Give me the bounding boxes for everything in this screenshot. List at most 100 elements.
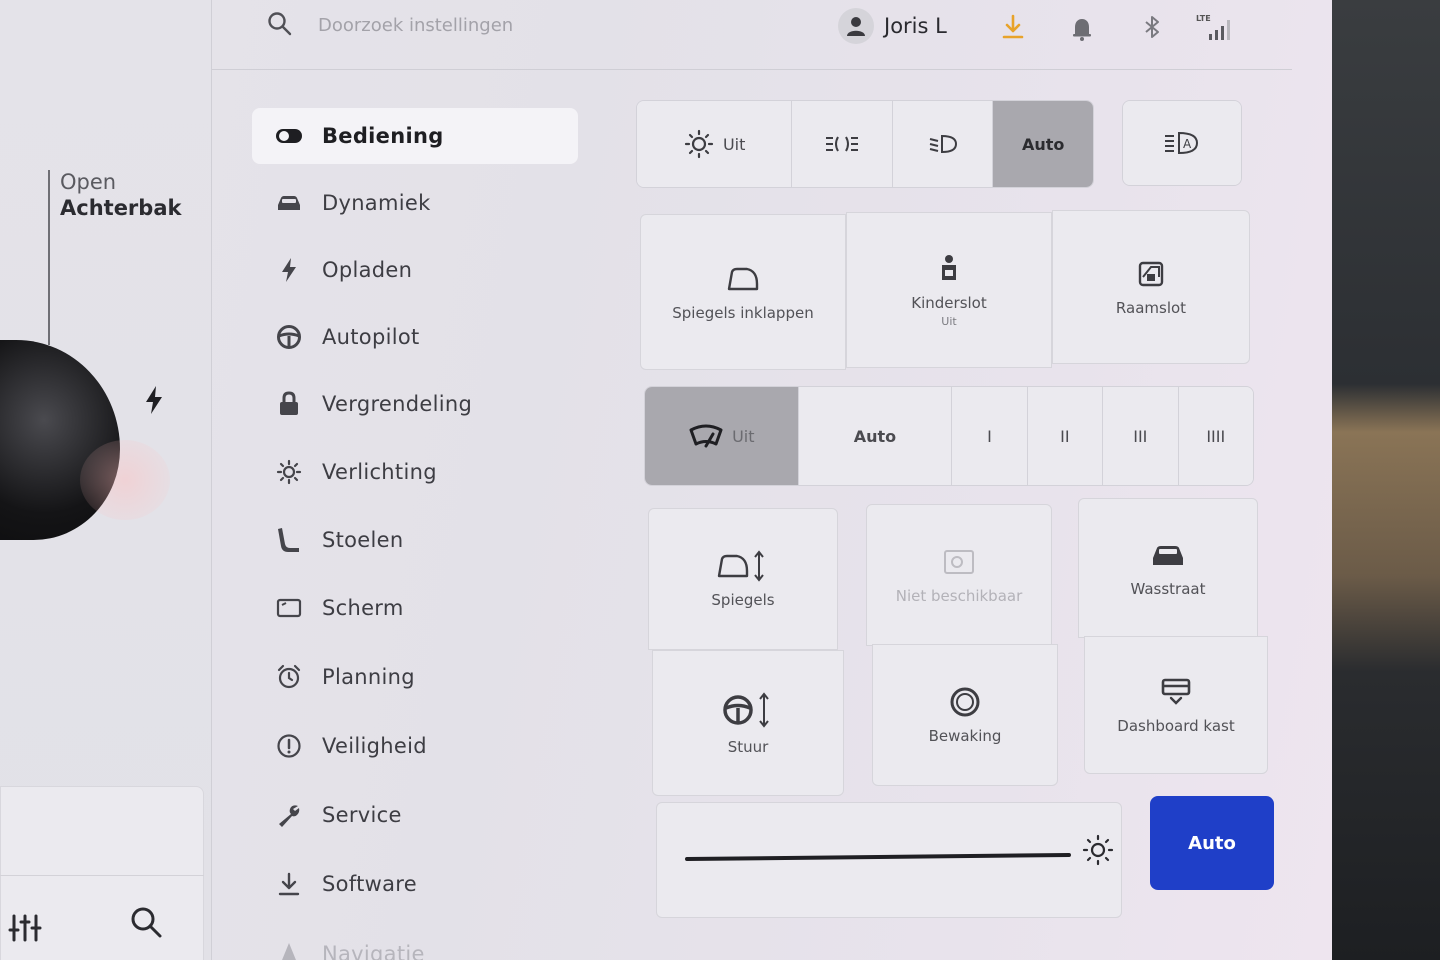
touchscreen: Open Achterbak Doorzoek instellingen Jor… (0, 0, 1332, 960)
steering-wheel-icon (274, 322, 304, 352)
navigation-icon (274, 939, 304, 960)
menu-item-label: Veiligheid (322, 734, 427, 758)
child-lock-button[interactable]: Kinderslot Uit (846, 212, 1052, 368)
lights-auto-label: Auto (1022, 134, 1065, 154)
wipers-speed-4-button[interactable]: IIII (1178, 387, 1253, 485)
lights-off-button[interactable]: Uit (637, 101, 793, 187)
glovebox-button[interactable]: Dashboard kast (1084, 636, 1268, 774)
dock-search-icon[interactable] (128, 904, 164, 940)
sentry-mode-button[interactable]: Bewaking (872, 644, 1058, 786)
settings-search-input[interactable] (318, 8, 638, 42)
brightness-slider[interactable] (684, 852, 1072, 862)
steering-adjust-icon (723, 691, 769, 728)
menu-item-verlichting[interactable]: Verlichting (252, 444, 578, 500)
car-wash-button[interactable]: Wasstraat (1078, 498, 1258, 638)
brightness-auto-button[interactable]: Auto (1150, 796, 1274, 890)
menu-item-navigatie[interactable]: Navigatie (252, 926, 578, 960)
menu-item-stoelen[interactable]: Stoelen (252, 512, 578, 568)
auto-high-beam-control: A (1122, 100, 1242, 186)
toggle-icon (274, 121, 304, 151)
menu-item-label: Verlichting (322, 460, 437, 484)
trunk-label[interactable]: Achterbak (60, 196, 181, 220)
wipers-speed-4-label: IIII (1206, 426, 1226, 446)
lights-auto-button[interactable]: Auto (993, 101, 1093, 187)
menu-item-vergrendeling[interactable]: Vergrendeling (252, 376, 578, 432)
signal-strength-icon (1209, 20, 1230, 40)
mirror-adjust-icon (717, 549, 764, 582)
lock-icon (274, 389, 304, 419)
wipers-off-label: Uit (732, 426, 755, 446)
menu-item-service[interactable]: Service (252, 787, 578, 843)
menu-item-label: Planning (322, 665, 415, 689)
car-panel: Open Achterbak (0, 0, 212, 960)
wipers-speed-2-button[interactable]: II (1027, 387, 1104, 485)
parking-lights-icon (826, 136, 859, 152)
user-profile[interactable]: Joris L (838, 8, 947, 44)
charging-bolt-icon[interactable] (144, 386, 164, 414)
menu-item-veiligheid[interactable]: Veiligheid (252, 718, 578, 774)
glovebox-label: Dashboard kast (1117, 716, 1235, 735)
menu-item-opladen[interactable]: Opladen (252, 242, 578, 298)
menu-item-dynamiek[interactable]: Dynamiek (252, 175, 578, 231)
wipers-speed-1-button[interactable]: I (952, 387, 1028, 485)
fold-mirrors-button[interactable]: Spiegels inklappen (640, 214, 846, 370)
controls-sliders-icon[interactable] (8, 910, 44, 946)
menu-item-scherm[interactable]: Scherm (252, 580, 578, 636)
user-name: Joris L (884, 14, 947, 38)
low-beam-button[interactable] (892, 101, 994, 187)
camera-frame-icon (944, 549, 974, 574)
child-lock-icon (942, 255, 956, 280)
menu-item-planning[interactable]: Planning (252, 649, 578, 705)
menu-item-bediening[interactable]: Bediening (252, 108, 578, 164)
auto-high-beam-icon: A (1165, 131, 1199, 155)
alarm-clock-icon (274, 662, 304, 692)
trunk-open-label[interactable]: Open (60, 170, 116, 194)
notification-bell-icon[interactable] (1067, 13, 1097, 43)
wipers-speed-1-label: I (987, 426, 992, 446)
menu-item-software[interactable]: Software (252, 856, 578, 912)
wiper-icon (689, 424, 723, 448)
steering-adjust-button[interactable]: Stuur (652, 650, 844, 796)
mirror-icon (727, 267, 759, 290)
window-lock-button[interactable]: Raamslot (1052, 210, 1250, 364)
car-wash-label: Wasstraat (1130, 579, 1206, 598)
bolt-icon (274, 255, 304, 285)
menu-item-autopilot[interactable]: Autopilot (252, 309, 578, 365)
wipers-speed-3-label: III (1133, 426, 1148, 446)
menu-item-label: Navigatie (322, 942, 425, 960)
wipers-auto-button[interactable]: Auto (798, 387, 953, 485)
software-update-download-icon[interactable] (998, 12, 1028, 42)
user-icon (847, 17, 865, 36)
menu-item-label: Software (322, 872, 417, 896)
display-icon (274, 593, 304, 623)
headlights-segmented-control: Uit Auto (636, 100, 1094, 188)
low-beam-icon (929, 134, 957, 154)
parking-lights-button[interactable] (792, 101, 893, 187)
child-lock-label: Kinderslot (911, 294, 987, 312)
charge-port-glow (80, 440, 170, 520)
avatar (838, 8, 874, 44)
steering-adjust-label: Stuur (727, 737, 769, 756)
sun-icon (684, 129, 714, 159)
dock-divider (0, 875, 204, 876)
bluetooth-icon[interactable] (1137, 12, 1167, 42)
display-brightness-panel (656, 802, 1122, 918)
auto-high-beam-button[interactable]: A (1123, 101, 1241, 185)
seat-icon (274, 525, 304, 555)
menu-item-label: Stoelen (322, 528, 404, 552)
mirrors-adjust-label: Spiegels (711, 590, 775, 609)
brightness-sun-icon (1082, 834, 1114, 866)
search-icon (268, 12, 292, 36)
trunk-indicator-line (48, 170, 50, 345)
wipers-speed-3-button[interactable]: III (1103, 387, 1179, 485)
menu-item-label: Opladen (322, 258, 413, 282)
menu-item-label: Service (322, 803, 402, 827)
car-icon (274, 188, 304, 218)
wipers-segmented-control: Uit Auto I II III IIII (644, 386, 1254, 486)
glovebox-icon (1161, 678, 1191, 705)
wipers-off-button[interactable]: Uit (645, 387, 799, 485)
wipers-auto-label: Auto (853, 426, 897, 446)
mirrors-adjust-button[interactable]: Spiegels (648, 508, 838, 650)
unavailable-label: Niet beschikbaar (895, 586, 1023, 605)
menu-item-label: Vergrendeling (322, 392, 473, 416)
